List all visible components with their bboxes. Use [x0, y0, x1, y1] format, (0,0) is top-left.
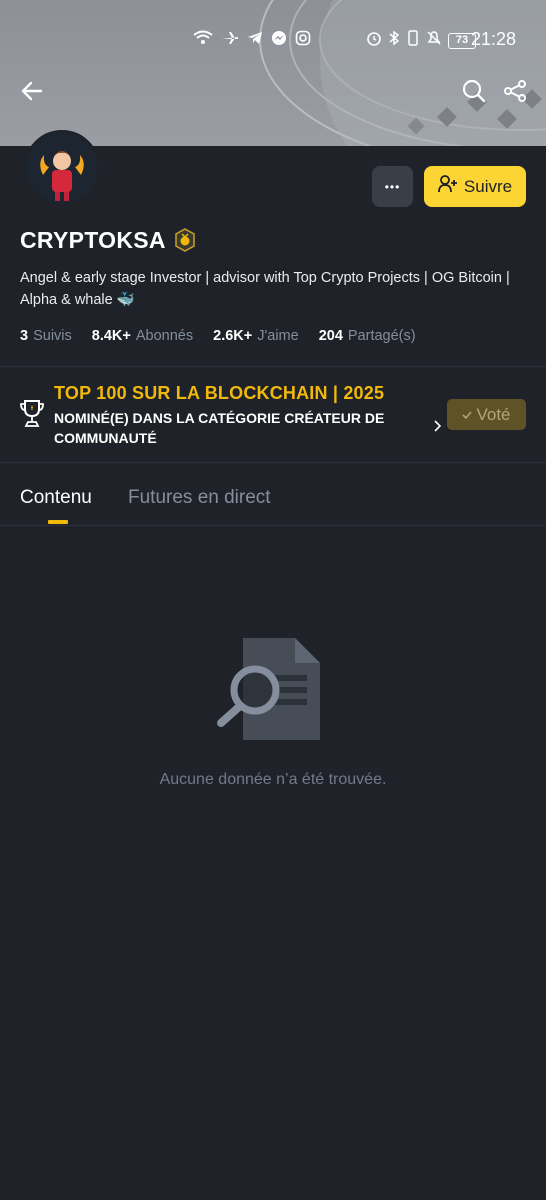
stat-label: Partagé(s) — [347, 328, 416, 344]
voted-label: Voté — [476, 404, 511, 424]
divider — [0, 462, 546, 463]
back-button[interactable] — [15, 76, 49, 110]
stat-followers[interactable]: 8.4K+ Abonnés — [92, 328, 193, 344]
stat-value: 8.4K+ — [91, 328, 131, 344]
instagram-icon — [295, 30, 311, 51]
divider — [0, 366, 546, 367]
tab-content[interactable]: Contenu — [20, 487, 92, 509]
no-results-icon — [215, 635, 325, 750]
status-time: 21:28 — [471, 29, 517, 49]
alarm-icon — [366, 30, 382, 51]
stat-label: J'aime — [257, 328, 299, 344]
stat-label: Suivis — [33, 328, 72, 344]
tab-live-futures[interactable]: Futures en direct — [128, 487, 271, 509]
divider — [0, 525, 546, 526]
profile-banner — [0, 0, 546, 146]
search-icon — [462, 79, 486, 108]
stat-shares: 204 Partagé(s) — [319, 328, 416, 344]
status-bar: 73 21:28 — [0, 26, 546, 56]
stat-likes: 2.6K+ J'aime — [213, 328, 299, 344]
verified-badge-icon — [173, 228, 197, 257]
stat-value: 3 — [20, 328, 29, 344]
profile-stats: 3 Suivis 8.4K+ Abonnés 2.6K+ J'aime 204 Part… — [20, 328, 436, 344]
arrow-left-icon — [21, 81, 43, 106]
wifi-icon — [193, 30, 213, 51]
profile-name: CRYPTOKSA — [20, 227, 166, 253]
share-button[interactable] — [498, 76, 532, 110]
airplane-icon — [221, 30, 239, 51]
empty-state-message: Aucune donnée n’a été trouvée. — [159, 771, 387, 788]
follow-button[interactable]: Suivre — [424, 166, 526, 207]
stat-following[interactable]: 3 Suivis — [20, 328, 72, 344]
vibrate-icon — [406, 30, 420, 51]
award-title[interactable]: TOP 100 SUR LA BLOCKCHAIN | 2025 — [54, 383, 384, 404]
follow-label: Suivre — [463, 176, 513, 196]
messenger-icon — [271, 30, 287, 51]
telegram-icon — [247, 30, 263, 51]
award-subtitle: NOMINÉ(E) DANS LA CATÉGORIE CRÉATEUR DE … — [54, 410, 385, 446]
add-user-icon — [438, 175, 458, 198]
bluetooth-icon — [388, 30, 400, 51]
check-icon — [462, 405, 473, 425]
more-options-button[interactable]: ••• — [372, 166, 413, 207]
stat-value: 2.6K+ — [213, 328, 253, 344]
active-tab-indicator — [48, 520, 68, 524]
avatar[interactable] — [24, 130, 100, 206]
stat-value: 204 — [318, 328, 343, 344]
voted-button[interactable]: Voté — [447, 399, 526, 430]
chevron-right-icon[interactable] — [433, 419, 442, 437]
more-dots-icon: ••• — [384, 179, 401, 194]
mute-icon — [426, 30, 442, 51]
trophy-icon — [20, 399, 44, 434]
share-icon — [503, 79, 527, 108]
stat-label: Abonnés — [135, 328, 194, 344]
search-button[interactable] — [457, 76, 491, 110]
profile-bio: Angel & early stage Investor | advisor w… — [20, 270, 510, 308]
